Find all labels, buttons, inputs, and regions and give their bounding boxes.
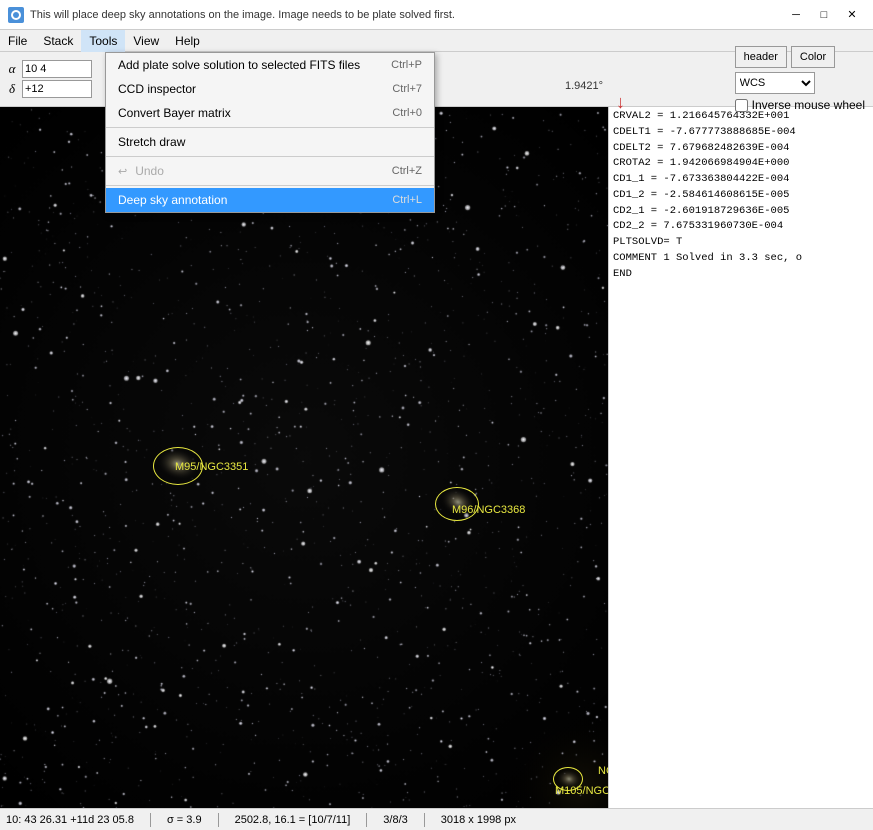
delta-input[interactable] (22, 80, 92, 98)
menu-deep-sky[interactable]: Deep sky annotation Ctrl+L (106, 188, 434, 212)
tools-dropdown: Add plate solve solution to selected FIT… (105, 52, 435, 213)
menu-undo: ↩ Undo Ctrl+Z (106, 159, 434, 183)
titlebar: This will place deep sky annotations on … (0, 0, 873, 30)
menu-ccd-inspector[interactable]: CCD inspector Ctrl+7 (106, 77, 434, 101)
toolbar-right-section: header Color WCS Inverse mouse wheel (735, 46, 865, 112)
header-line: CD1_2 = -2.584614608615E-005 (613, 188, 869, 204)
status-sep-2 (218, 813, 219, 827)
window-title: This will place deep sky annotations on … (30, 9, 783, 21)
header-color-row: header Color (735, 46, 865, 68)
convert-bayer-label: Convert Bayer matrix (118, 106, 231, 120)
alpha-row: α (4, 60, 119, 78)
header-line: CDELT1 = -7.677773888685E-004 (613, 125, 869, 141)
deep-sky-shortcut: Ctrl+L (392, 194, 422, 206)
header-line: COMMENT 1 Solved in 3.3 sec, o (613, 251, 869, 267)
inverse-mouse-row: Inverse mouse wheel (735, 98, 865, 112)
menu-stack[interactable]: Stack (35, 30, 81, 52)
menu-tools[interactable]: Tools (81, 30, 125, 52)
close-button[interactable]: ✕ (839, 5, 865, 25)
stretch-draw-label: Stretch draw (118, 135, 185, 149)
status-sep-4 (424, 813, 425, 827)
undo-label: Undo (135, 164, 164, 178)
header-line: CD2_1 = -2.601918729636E-005 (613, 204, 869, 220)
wcs-select[interactable]: WCS (735, 72, 815, 94)
delta-label: δ (4, 81, 20, 97)
menu-file[interactable]: File (0, 30, 35, 52)
undo-arrow-icon: ↩ (118, 165, 127, 178)
undo-shortcut: Ctrl+Z (392, 165, 422, 177)
status-sep-1 (150, 813, 151, 827)
menu-view[interactable]: View (125, 30, 167, 52)
status-coords: 10: 43 26.31 +11d 23 05.8 (6, 814, 134, 826)
status-sep-3 (366, 813, 367, 827)
header-line: PLTSOLVD= T (613, 235, 869, 251)
delta-row: δ (4, 80, 119, 98)
header-line: CD2_2 = 7.675331960730E-004 (613, 219, 869, 235)
inverse-mouse-checkbox[interactable] (735, 99, 748, 112)
menu-convert-bayer[interactable]: Convert Bayer matrix Ctrl+0 (106, 101, 434, 125)
angle-value: 1.9421° (565, 80, 603, 92)
maximize-button[interactable]: □ (811, 5, 837, 25)
ccd-inspector-label: CCD inspector (118, 82, 196, 96)
menu-help[interactable]: Help (167, 30, 208, 52)
coord-area: α δ (4, 60, 119, 98)
header-panel: CRVAL2 = 1.216645764332E+001CDELT1 = -7.… (608, 107, 873, 808)
add-plate-solve-shortcut: Ctrl+P (391, 59, 422, 71)
header-content[interactable]: CRVAL2 = 1.216645764332E+001CDELT1 = -7.… (609, 107, 873, 808)
color-button[interactable]: Color (791, 46, 835, 68)
menu-stretch-draw[interactable]: Stretch draw (106, 130, 434, 154)
alpha-input[interactable] (22, 60, 92, 78)
alpha-label: α (4, 61, 20, 77)
header-line: CD1_1 = -7.673363804422E-004 (613, 172, 869, 188)
status-size: 3018 x 1998 px (441, 814, 516, 826)
wcs-row: WCS (735, 72, 865, 94)
statusbar: 10: 43 26.31 +11d 23 05.8 σ = 3.9 2502.8… (0, 808, 873, 830)
minimize-button[interactable]: ─ (783, 5, 809, 25)
ccd-inspector-shortcut: Ctrl+7 (392, 83, 422, 95)
header-line: END (613, 267, 869, 283)
status-pixel: 2502.8, 16.1 = [10/7/11] (235, 814, 351, 826)
window-controls: ─ □ ✕ (783, 5, 865, 25)
menu-separator-2 (106, 156, 434, 157)
status-page: 3/8/3 (383, 814, 407, 826)
header-button[interactable]: header (735, 46, 787, 68)
inverse-mouse-label: Inverse mouse wheel (752, 98, 865, 112)
deep-sky-label: Deep sky annotation (118, 193, 227, 207)
arrow-down-indicator: ↓ (616, 92, 625, 113)
header-line: CROTA2 = 1.942066984904E+000 (613, 156, 869, 172)
app-icon (8, 7, 24, 23)
menu-separator-3 (106, 185, 434, 186)
menu-add-plate-solve[interactable]: Add plate solve solution to selected FIT… (106, 53, 434, 77)
convert-bayer-shortcut: Ctrl+0 (392, 107, 422, 119)
header-line: CDELT2 = 7.679682482639E-004 (613, 141, 869, 157)
menu-separator-1 (106, 127, 434, 128)
status-sigma: σ = 3.9 (167, 814, 202, 826)
add-plate-solve-label: Add plate solve solution to selected FIT… (118, 58, 360, 72)
